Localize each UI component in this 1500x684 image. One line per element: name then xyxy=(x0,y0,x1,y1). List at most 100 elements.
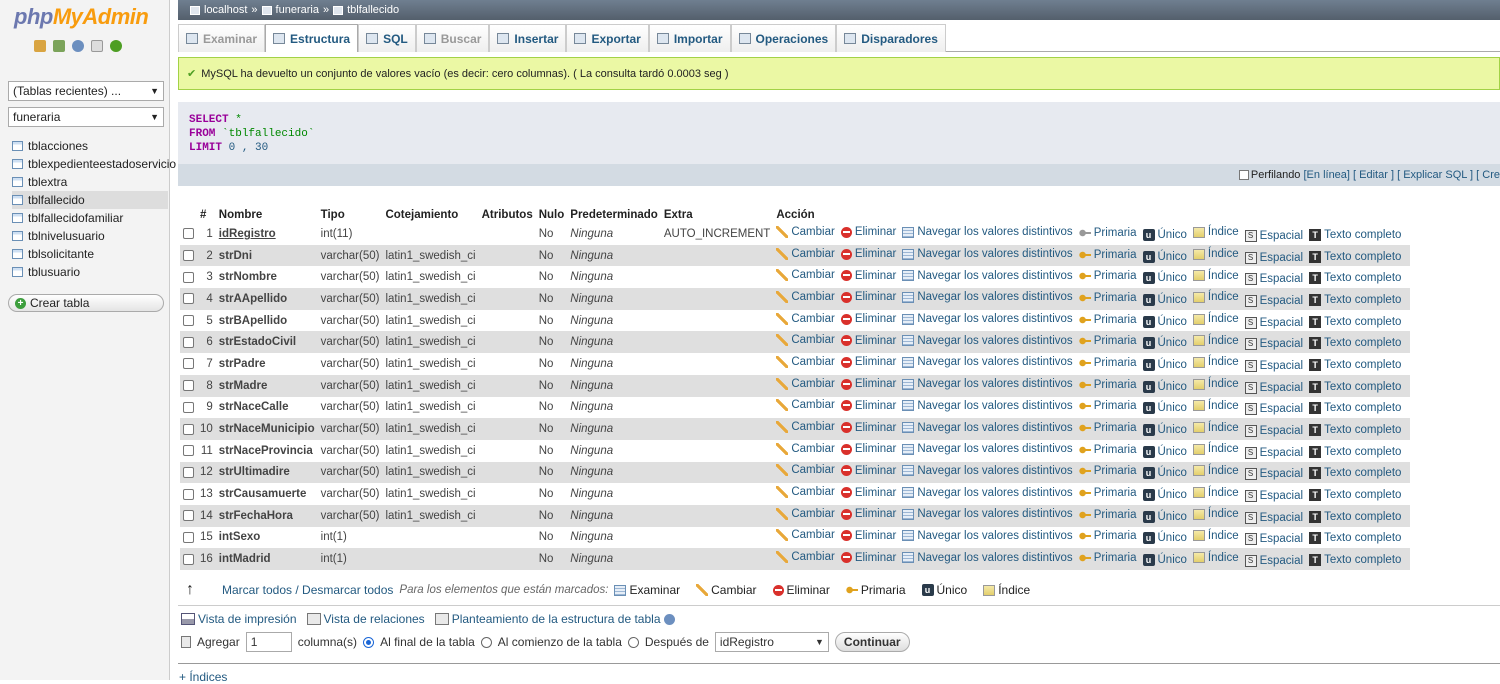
fulltext-button[interactable]: T Texto completo xyxy=(1309,337,1401,350)
index-button[interactable]: Índice xyxy=(1192,422,1239,434)
drop-button[interactable]: Eliminar xyxy=(840,465,896,477)
fulltext-button[interactable]: T Texto completo xyxy=(1309,228,1401,241)
change-button[interactable]: Cambiar xyxy=(776,269,835,282)
browse-distinct-button[interactable]: Navegar los valores distintivos xyxy=(902,248,1073,260)
tab-operations[interactable]: Operaciones xyxy=(730,24,837,52)
unique-button[interactable]: u Único xyxy=(1142,272,1187,285)
index-button[interactable]: Índice xyxy=(1192,335,1239,347)
primary-button[interactable]: Primaria xyxy=(1078,314,1137,326)
unique-button[interactable]: u Único xyxy=(1142,337,1187,350)
unique-button[interactable]: u Único xyxy=(1142,445,1187,458)
bulk-index-button[interactable]: Índice xyxy=(983,583,1030,597)
after-column-select[interactable]: idRegistro ▼ xyxy=(714,632,829,652)
database-select[interactable]: funeraria ▼ xyxy=(8,107,164,127)
index-button[interactable]: Índice xyxy=(1192,356,1239,368)
bulk-primary-button[interactable]: Primaria xyxy=(845,583,906,597)
table-item[interactable]: tblnivelusuario xyxy=(12,227,176,245)
browse-distinct-button[interactable]: Navegar los valores distintivos xyxy=(902,508,1073,520)
browse-distinct-button[interactable]: Navegar los valores distintivos xyxy=(902,443,1073,455)
row-checkbox[interactable] xyxy=(183,553,194,565)
drop-button[interactable]: Eliminar xyxy=(840,248,896,260)
browse-distinct-button[interactable]: Navegar los valores distintivos xyxy=(902,552,1073,564)
table-item[interactable]: tblsolicitante xyxy=(12,245,176,263)
browse-distinct-button[interactable]: Navegar los valores distintivos xyxy=(902,465,1073,477)
create-php-link[interactable]: [ Cre xyxy=(1476,169,1500,181)
fulltext-button[interactable]: T Texto completo xyxy=(1309,445,1401,458)
table-item-selected[interactable]: tblfallecido xyxy=(12,191,168,209)
fulltext-button[interactable]: T Texto completo xyxy=(1309,402,1401,415)
row-checkbox[interactable] xyxy=(183,315,194,327)
change-button[interactable]: Cambiar xyxy=(776,312,835,325)
primary-button[interactable]: Primaria xyxy=(1078,552,1137,564)
spatial-button[interactable]: S Espacial xyxy=(1244,468,1303,481)
change-button[interactable]: Cambiar xyxy=(776,399,835,412)
drop-button[interactable]: Eliminar xyxy=(840,530,896,542)
unique-button[interactable]: u Único xyxy=(1142,402,1187,415)
drop-button[interactable]: Eliminar xyxy=(840,270,896,282)
create-table-button[interactable]: + Crear tabla xyxy=(8,294,164,312)
fulltext-button[interactable]: T Texto completo xyxy=(1309,250,1401,263)
browse-distinct-button[interactable]: Navegar los valores distintivos xyxy=(902,270,1073,282)
fulltext-button[interactable]: T Texto completo xyxy=(1309,293,1401,306)
propose-structure-link[interactable]: Planteamiento de la estructura de tabla xyxy=(434,612,675,626)
drop-button[interactable]: Eliminar xyxy=(840,508,896,520)
drop-button[interactable]: Eliminar xyxy=(840,443,896,455)
spatial-button[interactable]: S Espacial xyxy=(1244,229,1303,242)
unique-button[interactable]: u Único xyxy=(1142,315,1187,328)
index-button[interactable]: Índice xyxy=(1192,291,1239,303)
index-button[interactable]: Índice xyxy=(1192,443,1239,455)
spatial-button[interactable]: S Espacial xyxy=(1244,425,1303,438)
drop-button[interactable]: Eliminar xyxy=(840,487,896,499)
tab-triggers[interactable]: Disparadores xyxy=(836,24,946,52)
browse-distinct-button[interactable]: Navegar los valores distintivos xyxy=(902,422,1073,434)
unique-button[interactable]: u Único xyxy=(1142,380,1187,393)
index-button[interactable]: Índice xyxy=(1192,270,1239,282)
browse-distinct-button[interactable]: Navegar los valores distintivos xyxy=(902,291,1073,303)
table-item[interactable]: tblexpedienteestadoservicio xyxy=(12,155,176,173)
drop-button[interactable]: Eliminar xyxy=(840,356,896,368)
primary-button[interactable]: Primaria xyxy=(1078,400,1137,412)
primary-button[interactable]: Primaria xyxy=(1078,487,1137,499)
primary-button[interactable]: Primaria xyxy=(1078,357,1137,369)
check-all-link[interactable]: Marcar todos / Desmarcar todos xyxy=(222,583,393,597)
row-checkbox[interactable] xyxy=(183,250,194,261)
index-button[interactable]: Índice xyxy=(1192,530,1239,542)
drop-button[interactable]: Eliminar xyxy=(840,335,896,347)
fulltext-button[interactable]: T Texto completo xyxy=(1309,532,1401,545)
row-checkbox[interactable] xyxy=(183,423,194,435)
unique-button[interactable]: u Único xyxy=(1142,293,1187,306)
primary-button[interactable]: Primaria xyxy=(1078,509,1137,521)
fulltext-button[interactable]: T Texto completo xyxy=(1309,489,1401,502)
reload-icon[interactable] xyxy=(110,40,122,52)
table-item[interactable]: tblextra xyxy=(12,173,176,191)
table-item[interactable]: tblfallecidofamiliar xyxy=(12,209,176,227)
spatial-button[interactable]: S Espacial xyxy=(1244,490,1303,503)
spatial-button[interactable]: S Espacial xyxy=(1244,446,1303,459)
continue-button[interactable]: Continuar xyxy=(834,632,910,652)
change-button[interactable]: Cambiar xyxy=(776,290,835,303)
unique-button[interactable]: u Único xyxy=(1142,510,1187,523)
bulk-unique-button[interactable]: u Único xyxy=(921,583,967,597)
index-button[interactable]: Índice xyxy=(1192,248,1239,260)
change-button[interactable]: Cambiar xyxy=(776,464,835,477)
at-end-radio[interactable] xyxy=(363,636,375,648)
tab-insert[interactable]: Insertar xyxy=(489,24,567,52)
after-radio[interactable] xyxy=(627,636,639,648)
unique-button[interactable]: u Único xyxy=(1142,554,1187,567)
index-button[interactable]: Índice xyxy=(1192,487,1239,499)
indexes-toggle-link[interactable]: + Índices xyxy=(179,670,227,684)
tab-export[interactable]: Exportar xyxy=(566,24,649,52)
bulk-change-button[interactable]: Cambiar xyxy=(696,583,757,597)
row-checkbox[interactable] xyxy=(183,445,194,457)
fulltext-button[interactable]: T Texto completo xyxy=(1309,554,1401,567)
recent-tables-select[interactable]: (Tablas recientes) ... ▼ xyxy=(8,81,164,101)
edit-link[interactable]: [ Editar ] xyxy=(1353,169,1394,181)
spatial-button[interactable]: S Espacial xyxy=(1244,251,1303,264)
index-button[interactable]: Índice xyxy=(1192,400,1239,412)
row-checkbox[interactable] xyxy=(183,380,194,392)
browse-distinct-button[interactable]: Navegar los valores distintivos xyxy=(902,400,1073,412)
spatial-button[interactable]: S Espacial xyxy=(1244,555,1303,568)
row-checkbox[interactable] xyxy=(183,488,194,500)
browse-distinct-button[interactable]: Navegar los valores distintivos xyxy=(902,487,1073,499)
index-button[interactable]: Índice xyxy=(1192,465,1239,477)
